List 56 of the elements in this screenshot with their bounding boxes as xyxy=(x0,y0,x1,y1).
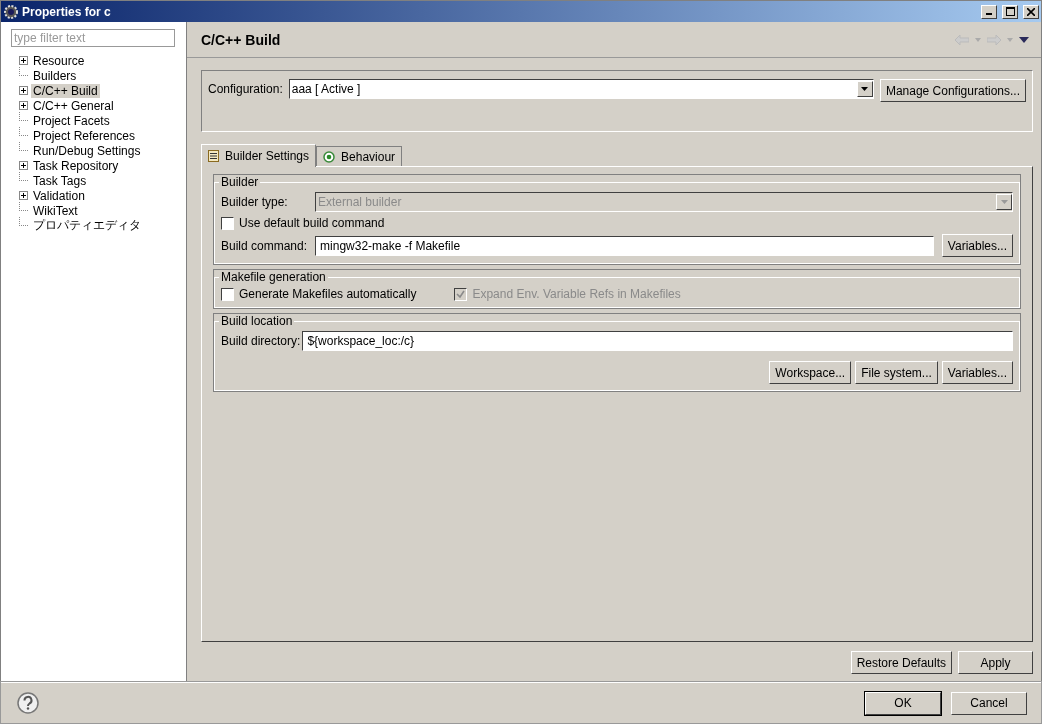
window-title: Properties for c xyxy=(22,4,112,19)
tree-item[interactable]: プロパティエディタ xyxy=(31,217,143,234)
help-icon[interactable] xyxy=(17,692,39,714)
expand-icon[interactable] xyxy=(19,161,28,170)
field-label: Build command: xyxy=(221,237,308,255)
close-icon xyxy=(1027,7,1035,16)
tree-item[interactable]: Task Tags xyxy=(31,173,89,188)
menu-caret-icon[interactable] xyxy=(1019,36,1029,43)
tab[interactable]: Behaviour xyxy=(316,146,403,166)
dialog-button[interactable]: Cancel xyxy=(951,691,1027,715)
page-button[interactable]: Restore Defaults xyxy=(850,651,952,674)
minimize-button[interactable] xyxy=(981,4,997,19)
maximize-button[interactable] xyxy=(1002,4,1018,19)
field-label: Builder type: xyxy=(221,194,289,211)
tree-item[interactable]: Project Facets xyxy=(31,113,112,128)
configuration-dropdown[interactable]: aaa [ Active ] xyxy=(288,79,874,99)
target-icon xyxy=(323,150,336,163)
field-label: Build directory: xyxy=(221,333,301,350)
maximize-icon xyxy=(1005,7,1015,16)
page-title: C/C++ Build xyxy=(201,31,281,48)
checkmark-icon xyxy=(456,289,466,299)
tree-item[interactable]: Run/Debug Settings xyxy=(31,143,143,158)
gear-icon xyxy=(3,3,19,20)
page-button[interactable]: Apply xyxy=(958,651,1033,674)
minimize-icon xyxy=(986,13,992,15)
close-button[interactable] xyxy=(1023,4,1039,19)
filter-field[interactable]: type filter text xyxy=(11,29,175,47)
tree-item[interactable]: Builders xyxy=(31,68,79,83)
tree-item[interactable]: C/C++ Build xyxy=(31,83,100,98)
manage-configurations-button[interactable]: Manage Configurations... xyxy=(879,79,1026,102)
tree-item[interactable]: WikiText xyxy=(31,203,80,218)
expand-icon[interactable] xyxy=(19,56,28,65)
tree-item[interactable]: Project References xyxy=(31,128,138,143)
tab[interactable]: Builder Settings xyxy=(201,144,317,167)
expand-icon[interactable] xyxy=(19,101,28,110)
field-label: Configuration: xyxy=(208,81,283,98)
checkbox[interactable]: Generate Makefiles automatically xyxy=(221,287,417,301)
expand-icon[interactable] xyxy=(19,86,28,95)
dialog-button[interactable]: OK xyxy=(865,691,941,715)
expand-icon[interactable] xyxy=(19,191,28,200)
tree-item[interactable]: Resource xyxy=(31,53,87,68)
list-icon xyxy=(208,150,219,162)
group-title: Builder xyxy=(220,175,260,189)
group-title: Makefile generation xyxy=(220,270,327,284)
checkbox[interactable]: Use default build command xyxy=(221,216,1013,230)
browse-button[interactable]: Workspace... xyxy=(769,361,852,384)
build-directory-field[interactable]: ${workspace_loc:/c} xyxy=(302,331,1013,351)
group-title: Build location xyxy=(220,314,294,328)
tree-item[interactable]: Validation xyxy=(31,188,87,203)
browse-button[interactable]: File system... xyxy=(855,361,938,384)
variables-button[interactable]: Variables... xyxy=(941,234,1013,257)
build-command-field[interactable]: mingw32-make -f Makefile xyxy=(315,235,934,256)
tree-item[interactable]: C/C++ General xyxy=(31,98,116,113)
tree-item[interactable]: Task Repository xyxy=(31,158,121,173)
browse-button[interactable]: Variables... xyxy=(941,361,1013,384)
dropdown-arrow-icon[interactable] xyxy=(861,87,869,91)
